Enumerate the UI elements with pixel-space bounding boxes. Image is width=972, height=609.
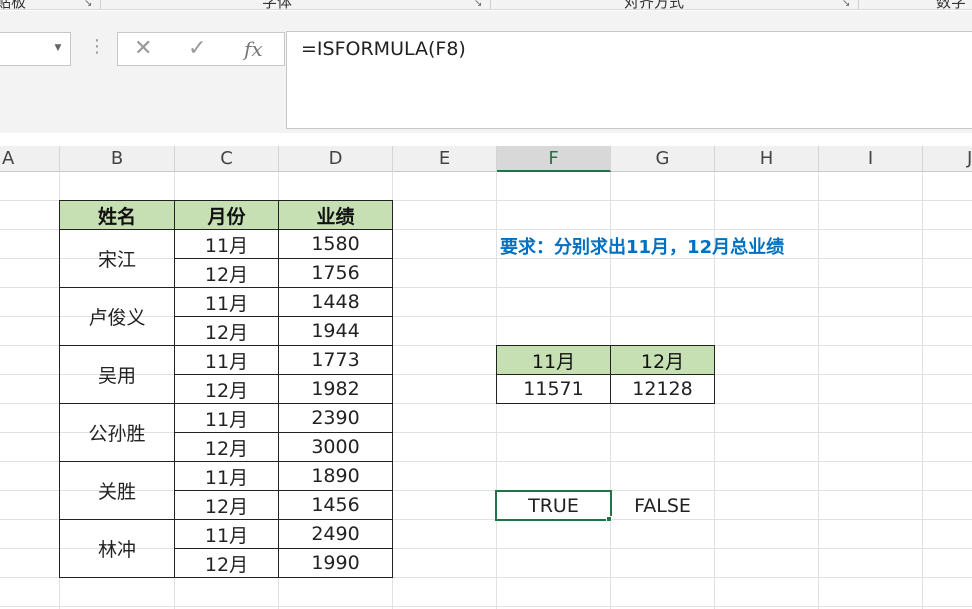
- column-headers: A B C D E F G H I J: [0, 146, 972, 172]
- table-cell-month[interactable]: 11月: [174, 287, 279, 317]
- formula-buttons: ✕ ✓ fx: [117, 32, 285, 66]
- table-cell-name[interactable]: 公孙胜: [59, 403, 175, 462]
- column-header-d[interactable]: D: [279, 146, 393, 172]
- table-cell-month[interactable]: 12月: [174, 258, 279, 288]
- table-cell-month[interactable]: 11月: [174, 229, 279, 259]
- ribbon-group-labels: 贴板 ↘ 字体 ↘ 对齐方式 ↘ 数字: [0, 0, 972, 10]
- table-cell-name[interactable]: 卢俊义: [59, 287, 175, 346]
- table-header-name[interactable]: 姓名: [59, 200, 175, 230]
- table-cell-value[interactable]: 1982: [278, 374, 393, 404]
- column-header-c[interactable]: C: [175, 146, 279, 172]
- alignment-launcher-icon[interactable]: ↘: [842, 0, 850, 9]
- table-cell-value[interactable]: 1580: [278, 229, 393, 259]
- column-header-h[interactable]: H: [715, 146, 819, 172]
- column-header-g[interactable]: G: [611, 146, 715, 172]
- table-cell-month[interactable]: 12月: [174, 374, 279, 404]
- column-header-i[interactable]: I: [819, 146, 923, 172]
- clipboard-launcher-icon[interactable]: ↘: [84, 0, 92, 9]
- active-cell-result[interactable]: TRUE: [495, 490, 612, 521]
- column-header-a[interactable]: A: [0, 146, 60, 172]
- table-cell-value[interactable]: 1756: [278, 258, 393, 288]
- font-launcher-icon[interactable]: ↘: [474, 0, 482, 9]
- table-cell-month[interactable]: 11月: [174, 461, 279, 491]
- formula-input[interactable]: =ISFORMULA(F8): [286, 31, 972, 129]
- table-cell-value[interactable]: 2390: [278, 403, 393, 433]
- column-header-e[interactable]: E: [393, 146, 497, 172]
- drag-handle-icon[interactable]: ⋮: [88, 36, 106, 57]
- table-cell-month[interactable]: 11月: [174, 345, 279, 375]
- summary-header-dec[interactable]: 12月: [610, 345, 715, 375]
- chevron-down-icon[interactable]: ▼: [52, 43, 64, 53]
- table-cell-month[interactable]: 12月: [174, 490, 279, 520]
- column-header-b[interactable]: B: [60, 146, 175, 172]
- ribbon-divider: [100, 0, 101, 9]
- table-header-month[interactable]: 月份: [174, 200, 279, 230]
- column-header-j[interactable]: J: [923, 146, 972, 172]
- table-cell-value[interactable]: 1448: [278, 287, 393, 317]
- column-header-f[interactable]: F: [497, 146, 611, 172]
- result-cell-g[interactable]: FALSE: [610, 491, 715, 521]
- table-cell-value[interactable]: 1990: [278, 548, 393, 578]
- ribbon-divider: [858, 0, 859, 9]
- table-cell-name[interactable]: 宋江: [59, 229, 175, 288]
- summary-header-nov[interactable]: 11月: [496, 345, 611, 375]
- table-cell-value[interactable]: 3000: [278, 432, 393, 462]
- ribbon-group-number: 数字: [936, 0, 967, 10]
- table-cell-month[interactable]: 11月: [174, 403, 279, 433]
- ribbon-group-alignment: 对齐方式: [624, 0, 685, 10]
- table-cell-name[interactable]: 林冲: [59, 519, 175, 578]
- summary-value-nov[interactable]: 11571: [496, 374, 611, 404]
- formula-text: =ISFORMULA(F8): [301, 38, 466, 60]
- table-header-performance[interactable]: 业绩: [278, 200, 393, 230]
- cancel-icon[interactable]: ✕: [134, 36, 152, 61]
- table-cell-value[interactable]: 1890: [278, 461, 393, 491]
- table-cell-value[interactable]: 1944: [278, 316, 393, 346]
- table-cell-month[interactable]: 11月: [174, 519, 279, 549]
- table-cell-month[interactable]: 12月: [174, 432, 279, 462]
- table-cell-value[interactable]: 1773: [278, 345, 393, 375]
- table-cell-month[interactable]: 12月: [174, 548, 279, 578]
- enter-icon[interactable]: ✓: [188, 36, 206, 61]
- ribbon-group-font: 字体: [262, 0, 293, 10]
- insert-function-icon[interactable]: fx: [244, 37, 263, 61]
- requirement-text[interactable]: 要求：分别求出11月，12月总业绩: [500, 233, 784, 259]
- table-cell-value[interactable]: 1456: [278, 490, 393, 520]
- table-cell-month[interactable]: 12月: [174, 316, 279, 346]
- ribbon-divider: [490, 0, 491, 9]
- table-cell-value[interactable]: 2490: [278, 519, 393, 549]
- summary-value-dec[interactable]: 12128: [610, 374, 715, 404]
- ribbon-group-clipboard: 贴板: [0, 0, 27, 10]
- table-cell-name[interactable]: 吴用: [59, 345, 175, 404]
- table-cell-name[interactable]: 关胜: [59, 461, 175, 520]
